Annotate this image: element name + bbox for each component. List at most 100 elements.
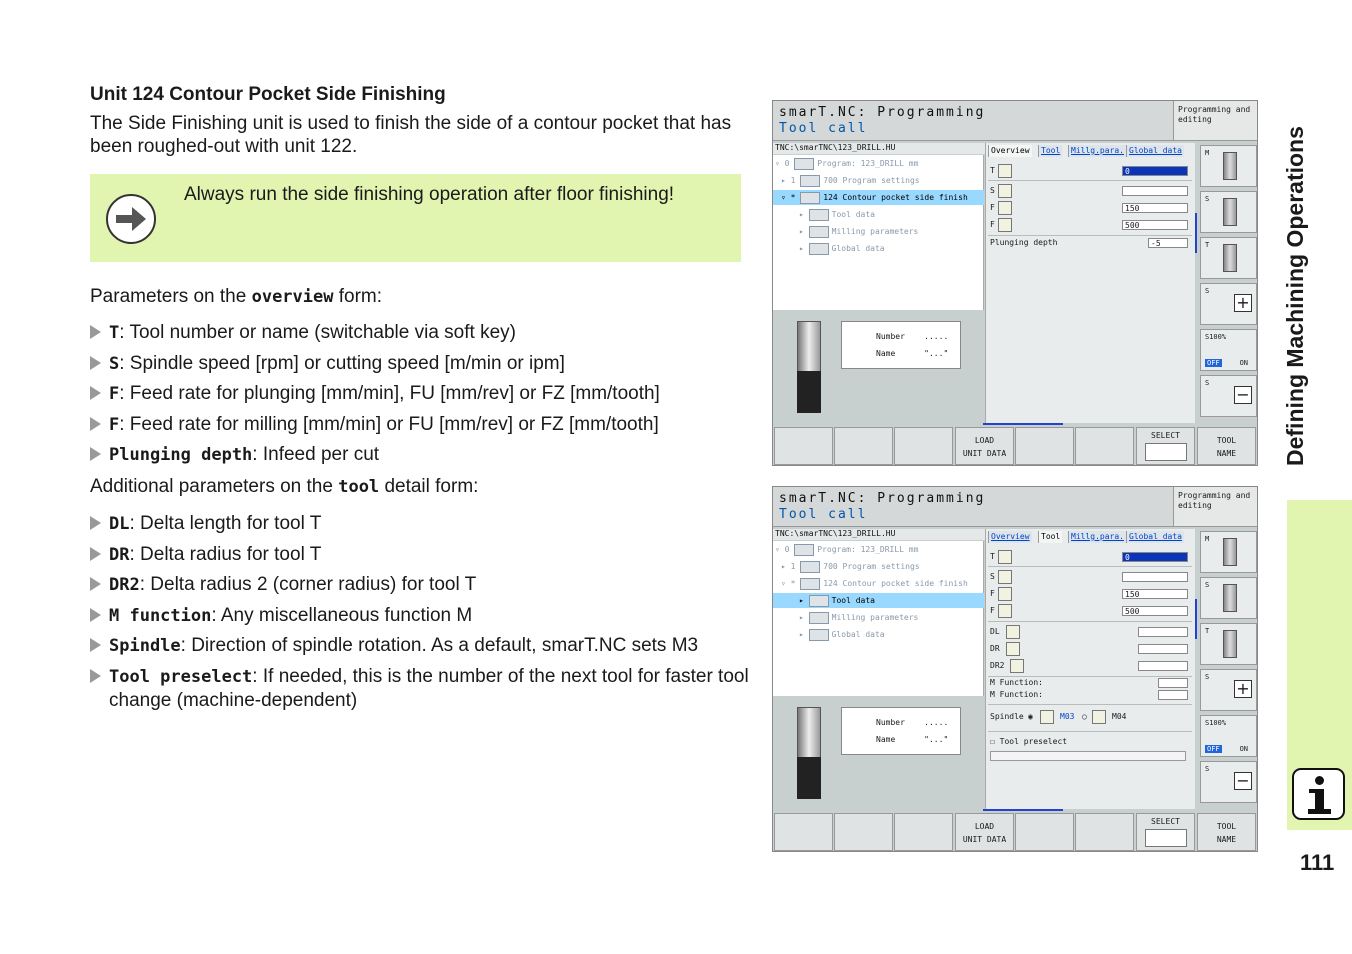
form-tabs: Overview Tool Millg.para. Global data <box>986 143 1196 157</box>
softkey-spindle-plus[interactable]: S + <box>1200 669 1257 711</box>
list-item: DR: Delta radius for tool T <box>90 543 755 567</box>
tool-select-icon <box>1144 829 1187 847</box>
tab-tool[interactable]: Tool <box>1038 531 1063 543</box>
softkey-spindle-override[interactable]: S100% OFF ON <box>1200 715 1257 757</box>
tree-node[interactable]: ▸ 1 700 Program settings <box>781 173 920 188</box>
softkey-empty-4[interactable] <box>1015 427 1074 465</box>
tree-node[interactable]: ▸ Milling parameters <box>799 610 918 625</box>
m-function-input-1[interactable] <box>1158 678 1188 688</box>
minus-icon: − <box>1234 386 1252 404</box>
softkey-load-unit-data[interactable]: LOAD UNIT DATA <box>955 427 1014 465</box>
feed-right-icon <box>998 218 1012 232</box>
softkey-t[interactable]: T <box>1200 237 1257 279</box>
softkey-empty-3[interactable] <box>894 427 953 465</box>
tool-info-box: Number ..... Name "..." <box>841 707 961 755</box>
field-dr: DR <box>988 641 1192 657</box>
tree-node[interactable]: ▿ 0 Program: 123_DRILL mm <box>775 542 918 557</box>
softkey-load-unit-data[interactable]: LOAD UNIT DATA <box>955 813 1014 851</box>
softkey-spindle-override[interactable]: S100% OFF ON <box>1200 329 1257 371</box>
tree-node[interactable]: ▸ Milling parameters <box>799 224 918 239</box>
tool-intro: Additional parameters on the tool detail… <box>90 476 479 497</box>
list-item: F: Feed rate for milling [mm/min] or FU … <box>90 413 755 437</box>
softkey-m[interactable]: M <box>1200 145 1257 187</box>
field-t: T0 <box>988 549 1192 565</box>
arrow-right-icon <box>106 194 156 244</box>
softkey-t[interactable]: T <box>1200 623 1257 665</box>
tab-global-data[interactable]: Global data <box>1126 145 1184 157</box>
softkey-empty-5[interactable] <box>1075 427 1134 465</box>
softkey-tool-name[interactable]: TOOL NAME <box>1197 813 1256 851</box>
field-f-mill: F 500 <box>988 217 1192 233</box>
dl-input[interactable] <box>1138 627 1188 637</box>
m-function-input-2[interactable] <box>1158 690 1188 700</box>
list-item: DR2: Delta radius 2 (corner radius) for … <box>90 573 755 597</box>
dr2-input[interactable] <box>1138 661 1188 671</box>
horizontal-softkeys: LOAD UNIT DATA SELECT TOOL NAME <box>773 425 1257 465</box>
tree-node[interactable]: ▸ 1 700 Program settings <box>781 559 920 574</box>
tab-global-data[interactable]: Global data <box>1126 531 1184 543</box>
radio-m03[interactable]: ◉ <box>1028 709 1033 725</box>
softkey-spindle-minus[interactable]: S − <box>1200 761 1257 803</box>
tree-node-selected[interactable]: ▿ * 124 Contour pocket side finish <box>773 190 984 205</box>
softkey-spindle-plus[interactable]: S + <box>1200 283 1257 325</box>
mode-indicator: Programming and editing <box>1173 101 1257 141</box>
tool-select-icon <box>1144 443 1187 461</box>
tool-input[interactable]: 0 <box>1122 166 1188 176</box>
softkey-spindle-minus[interactable]: S − <box>1200 375 1257 417</box>
tnc-screenshot-tool: smarT.NC: Programming Tool call Programm… <box>772 486 1258 852</box>
tree-node[interactable]: ▿ 0 Program: 123_DRILL mm <box>775 156 918 171</box>
tab-overview[interactable]: Overview <box>988 531 1032 543</box>
tree-node[interactable]: ▸ Tool data <box>799 207 875 222</box>
spindle-icon <box>998 570 1012 584</box>
dr-input[interactable] <box>1138 644 1188 654</box>
softkey-empty-2[interactable] <box>834 427 893 465</box>
program-tree: ▿ 0 Program: 123_DRILL mm ▸ 1 700 Progra… <box>773 155 984 310</box>
parameter-form: Overview Tool Millg.para. Global data T0… <box>985 143 1195 423</box>
note-box: Always run the side finishing operation … <box>90 174 741 262</box>
feed-mill-input[interactable]: 500 <box>1122 220 1188 230</box>
tree-node-selected[interactable]: ▸ Tool data <box>773 593 984 608</box>
softkey-empty-3[interactable] <box>894 813 953 851</box>
bullet-triangle-icon <box>90 577 101 591</box>
tool-preselect-checkbox[interactable]: ☐ Tool preselect <box>990 734 1067 750</box>
feed-mill-input[interactable]: 500 <box>1122 606 1188 616</box>
softkey-empty-5[interactable] <box>1075 813 1134 851</box>
tool-icon <box>808 208 829 221</box>
softkey-empty-2[interactable] <box>834 813 893 851</box>
softkey-s[interactable]: S <box>1200 577 1257 619</box>
feed-plunge-input[interactable]: 150 <box>1122 203 1188 213</box>
plunging-depth-input[interactable]: -5 <box>1148 238 1188 248</box>
softkey-empty-4[interactable] <box>1015 813 1074 851</box>
tool-preselect-input[interactable] <box>990 751 1186 761</box>
list-item: S: Spindle speed [rpm] or cutting speed … <box>90 352 755 376</box>
tab-milling-params[interactable]: Millg.para. <box>1068 145 1126 157</box>
feed-plunge-input[interactable]: 150 <box>1122 589 1188 599</box>
field-s: S <box>988 569 1192 585</box>
softkey-s[interactable]: S <box>1200 191 1257 233</box>
tree-node[interactable]: ▸ Global data <box>799 627 885 642</box>
spindle-input[interactable] <box>1122 186 1188 196</box>
tab-tool[interactable]: Tool <box>1038 145 1063 157</box>
tree-node[interactable]: ▸ Global data <box>799 241 885 256</box>
field-m-function-2: M Function: <box>988 689 1192 701</box>
list-item: F: Feed rate for plunging [mm/min], FU [… <box>90 382 755 406</box>
tool-param-list: DL: Delta length for tool T DR: Delta ra… <box>90 512 755 712</box>
tool-preview: Number ..... Name "..." <box>773 311 984 423</box>
field-f-mill: F 500 <box>988 603 1192 619</box>
softkey-select[interactable]: SELECT <box>1136 427 1195 465</box>
softkey-empty-1[interactable] <box>774 427 833 465</box>
softkey-select[interactable]: SELECT <box>1136 813 1195 851</box>
spindle-input[interactable] <box>1122 572 1188 582</box>
tree-node[interactable]: ▿ * 124 Contour pocket side finish <box>781 576 968 591</box>
tool-input[interactable]: 0 <box>1122 552 1188 562</box>
softkey-tool-name[interactable]: TOOL NAME <box>1197 427 1256 465</box>
radio-m04[interactable]: ○ <box>1082 709 1087 725</box>
settings-icon <box>800 174 821 187</box>
softkey-empty-1[interactable] <box>774 813 833 851</box>
softkey-m[interactable]: M <box>1200 531 1257 573</box>
screen-title: smarT.NC: Programming <box>779 491 986 506</box>
tab-milling-params[interactable]: Millg.para. <box>1068 531 1126 543</box>
tab-overview[interactable]: Overview <box>988 145 1032 157</box>
page-number: 111 <box>1300 850 1335 875</box>
file-path: TNC:\smarTNC\123_DRILL.HU <box>773 529 985 540</box>
